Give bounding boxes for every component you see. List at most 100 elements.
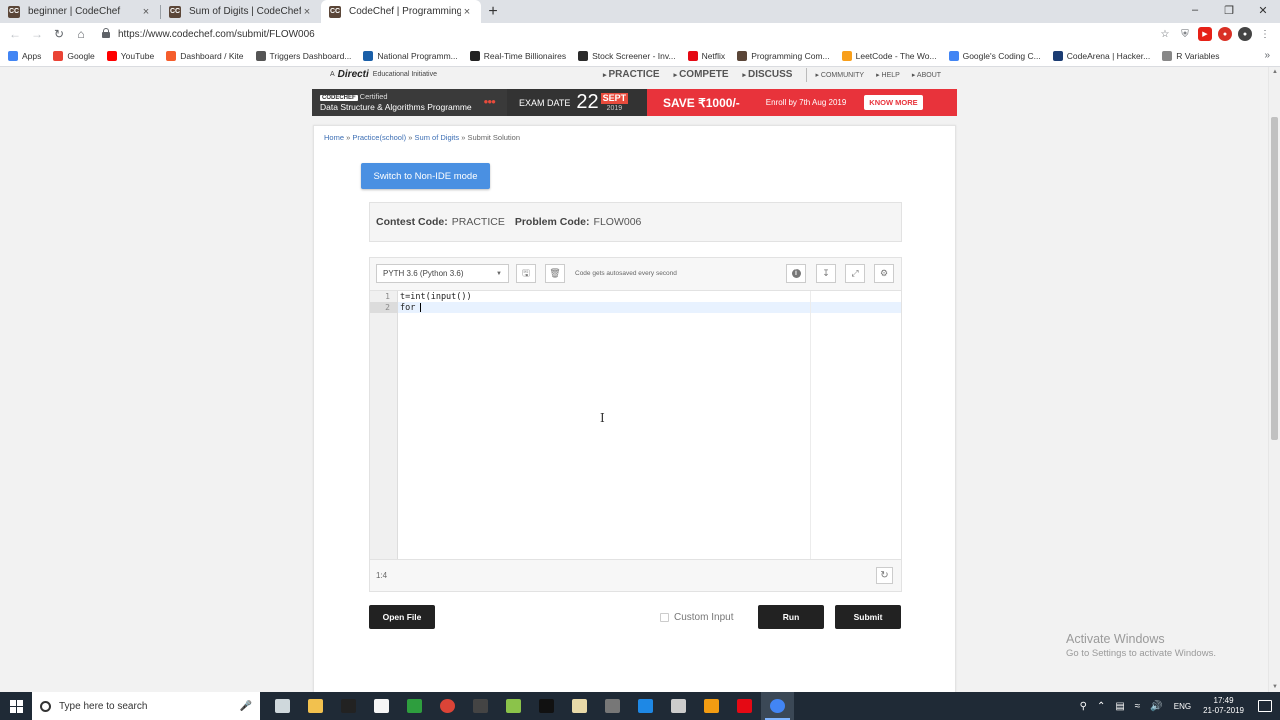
scroll-up-icon[interactable]: ▲ [1272, 69, 1278, 75]
browser-tab[interactable]: CC beginner | CodeChef × [0, 0, 160, 23]
reload-button[interactable]: ↻ [48, 27, 70, 41]
notification-center-icon[interactable] [1258, 700, 1272, 712]
new-tab-button[interactable]: + [481, 0, 505, 23]
tab-close-icon[interactable]: × [301, 6, 313, 18]
bookmark-item[interactable]: LeetCode - The Wo... [841, 50, 937, 61]
breadcrumb-separator: » [408, 133, 413, 142]
exam-year: 2019 [606, 105, 623, 112]
taskbar-app[interactable] [431, 692, 464, 720]
nav-community[interactable]: COMMUNITY [815, 71, 864, 79]
bookmark-item[interactable]: Real-Time Billionaires [469, 50, 566, 61]
custom-input-toggle[interactable]: Custom Input [660, 612, 733, 623]
minimize-button[interactable]: – [1178, 0, 1212, 20]
network-icon[interactable]: ▤ [1115, 701, 1124, 712]
taskbar-search[interactable]: Type here to search 🎤 [32, 692, 260, 720]
bookmark-item[interactable]: Triggers Dashboard... [255, 50, 351, 61]
submit-button[interactable]: Submit [835, 605, 901, 629]
nav-practice[interactable]: PRACTICE [603, 69, 659, 80]
run-button[interactable]: Run [758, 605, 824, 629]
address-bar[interactable]: https://www.codechef.com/submit/FLOW006 [100, 24, 1158, 44]
page-scrollbar[interactable]: ▲ ▼ [1268, 67, 1280, 692]
breadcrumb-problem[interactable]: Sum of Digits [415, 133, 460, 142]
info-button[interactable]: i [786, 264, 806, 283]
bookmark-item[interactable]: YouTube [106, 50, 155, 61]
bookmark-item[interactable]: Stock Screener - Inv... [578, 50, 676, 61]
tab-close-icon[interactable]: × [140, 6, 152, 18]
bookmark-item[interactable]: CodeArena | Hacker... [1052, 50, 1150, 61]
menu-kebab-icon[interactable]: ⋮ [1258, 27, 1272, 41]
know-more-button[interactable]: KNOW MORE [864, 95, 923, 110]
taskbar-app[interactable] [662, 692, 695, 720]
forward-button[interactable]: → [26, 27, 48, 41]
taskbar-app[interactable] [761, 692, 794, 720]
language-select[interactable]: PYTH 3.6 (Python 3.6) ▼ [376, 264, 509, 283]
scroll-down-icon[interactable]: ▼ [1272, 684, 1278, 690]
microphone-icon[interactable]: 🎤 [240, 701, 252, 712]
close-window-button[interactable]: ✕ [1246, 0, 1280, 20]
taskbar-app[interactable] [629, 692, 662, 720]
taskbar-app[interactable] [530, 692, 563, 720]
settings-button[interactable]: ⚙ [874, 264, 894, 283]
bookmark-item[interactable]: Netflix [687, 50, 725, 61]
browser-tab-active[interactable]: CC CodeChef | Programming Compe × [321, 0, 481, 23]
taskbar-app[interactable] [596, 692, 629, 720]
youtube-extension-icon[interactable]: ▶ [1198, 27, 1212, 41]
nav-compete[interactable]: COMPETE [674, 69, 728, 80]
delete-code-button[interactable]: 🗑 [545, 264, 565, 283]
back-button[interactable]: ← [4, 27, 26, 41]
taskbar-app[interactable] [365, 692, 398, 720]
download-button[interactable]: ↧ [816, 264, 836, 283]
breadcrumb-home[interactable]: Home [324, 133, 344, 142]
input-language[interactable]: ENG [1174, 702, 1191, 711]
bookmark-item[interactable]: National Programm... [363, 50, 458, 61]
bookmark-item[interactable]: R Variables [1162, 50, 1220, 61]
taskbar-app[interactable] [266, 692, 299, 720]
nav-about[interactable]: ABOUT [912, 71, 941, 79]
taskbar-app[interactable] [398, 692, 431, 720]
open-file-button[interactable]: Open File [369, 605, 435, 629]
clock[interactable]: 17:49 21-07-2019 [1203, 696, 1244, 717]
refresh-icon: ↻ [880, 570, 889, 581]
extension-shield-icon[interactable]: ⛨ [1178, 27, 1192, 41]
code-input-area[interactable]: 1 t=int(input()) 2 for I [370, 291, 901, 559]
fullscreen-button[interactable]: ⤢ [845, 264, 865, 283]
wifi-icon[interactable]: ≈ [1135, 701, 1141, 712]
taskbar-app[interactable] [728, 692, 761, 720]
save-code-button[interactable]: 🖫 [516, 264, 536, 283]
codechef-favicon-icon: CC [169, 5, 181, 18]
taskbar-app[interactable] [299, 692, 332, 720]
browser-toolbar: ← → ↻ ⌂ https://www.codechef.com/submit/… [0, 23, 1280, 45]
profile-avatar-icon[interactable]: ● [1238, 27, 1252, 41]
browser-tab[interactable]: CC Sum of Digits | CodeChef × [161, 0, 321, 23]
custom-input-checkbox[interactable] [660, 613, 669, 622]
people-icon[interactable]: ⚲ [1080, 701, 1087, 712]
tray-chevron-icon[interactable]: ⌃ [1097, 701, 1105, 712]
switch-non-ide-button[interactable]: Switch to Non-IDE mode [361, 163, 490, 189]
bookmark-label: YouTube [120, 50, 155, 61]
bookmark-item[interactable]: Google's Coding C... [948, 50, 1041, 61]
nav-help[interactable]: HELP [876, 71, 900, 79]
home-button[interactable]: ⌂ [70, 27, 92, 41]
restore-button[interactable]: ❐ [1212, 0, 1246, 20]
taskbar-app[interactable] [563, 692, 596, 720]
reset-code-button[interactable]: ↻ [876, 567, 893, 584]
promo-banner[interactable]: CODECHEF Certified Data Structure & Algor… [312, 89, 957, 116]
scrollbar-thumb[interactable] [1271, 117, 1278, 440]
nav-discuss[interactable]: DISCUSS [743, 69, 792, 80]
bookmark-item[interactable]: Apps [8, 50, 41, 61]
breadcrumb-practice[interactable]: Practice(school) [352, 133, 406, 142]
extension-red-icon[interactable]: ● [1218, 27, 1232, 41]
volume-icon[interactable]: 🔊 [1150, 701, 1162, 712]
start-button[interactable] [0, 692, 32, 720]
bookmarks-overflow-button[interactable]: » [1264, 50, 1270, 61]
taskbar-app[interactable] [695, 692, 728, 720]
taskbar-app[interactable] [332, 692, 365, 720]
bookmark-item[interactable]: Programming Com... [737, 50, 830, 61]
taskbar-app[interactable] [497, 692, 530, 720]
taskbar-app[interactable] [464, 692, 497, 720]
tab-close-icon[interactable]: × [461, 6, 473, 18]
bookmark-star-icon[interactable]: ☆ [1158, 27, 1172, 41]
contest-code-label: Contest Code: [376, 216, 448, 228]
bookmark-item[interactable]: Dashboard / Kite [166, 50, 244, 61]
bookmark-item[interactable]: Google [53, 50, 95, 61]
